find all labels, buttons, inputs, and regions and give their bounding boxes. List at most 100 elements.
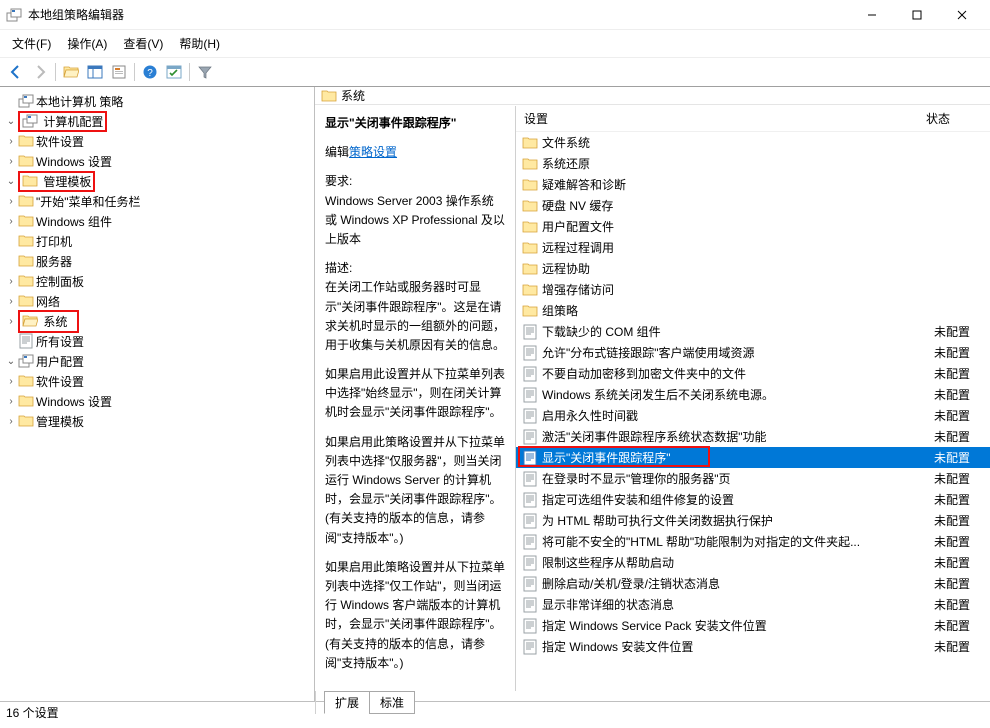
tree-admin-templates[interactable]: ⌄ 管理模板 xyxy=(0,171,314,191)
tree-item[interactable]: › 管理模板 xyxy=(0,411,314,431)
expander-icon[interactable]: › xyxy=(4,196,18,207)
properties-button[interactable] xyxy=(107,60,131,84)
folder-icon xyxy=(22,173,38,189)
folder-icon xyxy=(22,113,38,129)
settings-subfolder[interactable]: 远程过程调用 xyxy=(516,237,990,258)
settings-subfolder[interactable]: 文件系统 xyxy=(516,132,990,153)
settings-item[interactable]: Windows 系统关闭发生后不关闭系统电源。未配置 xyxy=(516,384,990,405)
tab-standard[interactable]: 标准 xyxy=(369,691,415,714)
settings-item[interactable]: 在登录时不显示"管理你的服务器"页未配置 xyxy=(516,468,990,489)
settings-subfolder[interactable]: 用户配置文件 xyxy=(516,216,990,237)
expander-icon[interactable]: › xyxy=(4,216,18,227)
folder-icon xyxy=(522,261,538,277)
description-p2: 如果启用此设置并从下拉菜单列表中选择"始终显示"，则在闭关计算机时会显示"关闭事… xyxy=(325,365,505,423)
expander-icon[interactable]: ⌄ xyxy=(4,176,18,187)
settings-item[interactable]: 启用永久性时间戳未配置 xyxy=(516,405,990,426)
edit-policy-link[interactable]: 策略设置 xyxy=(349,145,397,159)
filter-button[interactable] xyxy=(193,60,217,84)
toolbar-separator xyxy=(189,63,190,81)
settings-subfolder[interactable]: 硬盘 NV 缓存 xyxy=(516,195,990,216)
expander-icon[interactable]: › xyxy=(4,136,18,147)
column-setting[interactable]: 设置 xyxy=(524,110,926,127)
settings-item[interactable]: 不要自动加密移到加密文件夹中的文件未配置 xyxy=(516,363,990,384)
tree-system[interactable]: › 系统 xyxy=(0,311,314,331)
tree-root[interactable]: ▾ 本地计算机 策略 xyxy=(0,91,314,111)
settings-list[interactable]: 设置 状态 文件系统系统还原疑难解答和诊断硬盘 NV 缓存用户配置文件远程过程调… xyxy=(516,106,990,691)
settings-item[interactable]: 指定 Windows 安装文件位置未配置 xyxy=(516,636,990,657)
tree-label: 软件设置 xyxy=(36,133,84,150)
settings-subfolder[interactable]: 远程协助 xyxy=(516,258,990,279)
tree-item[interactable]: ·服务器 xyxy=(0,251,314,271)
description-label: 描述: xyxy=(325,261,352,275)
tree-computer-config[interactable]: ⌄ 计算机配置 xyxy=(0,111,314,131)
tree-label: 管理模板 xyxy=(43,175,91,189)
navigation-tree[interactable]: ▾ 本地计算机 策略 ⌄ 计算机配置 › xyxy=(0,87,315,701)
minimize-button[interactable] xyxy=(849,0,894,30)
setting-name: 远程过程调用 xyxy=(542,239,934,256)
settings-item[interactable]: 指定可选组件安装和组件修复的设置未配置 xyxy=(516,489,990,510)
expander-icon[interactable]: › xyxy=(4,416,18,427)
tree-item[interactable]: › 软件设置 xyxy=(0,131,314,151)
settings-subfolder[interactable]: 系统还原 xyxy=(516,153,990,174)
menu-action[interactable]: 操作(A) xyxy=(61,32,113,55)
settings-item[interactable]: 将可能不安全的"HTML 帮助"功能限制为对指定的文件夹起...未配置 xyxy=(516,531,990,552)
nav-back-button[interactable] xyxy=(4,60,28,84)
settings-subfolder[interactable]: 增强存储访问 xyxy=(516,279,990,300)
expander-icon[interactable]: ⌄ xyxy=(4,356,18,367)
setting-status: 未配置 xyxy=(934,428,990,445)
expander-icon[interactable]: ⌄ xyxy=(4,116,18,127)
expander-icon[interactable]: › xyxy=(4,316,18,327)
folder-icon xyxy=(18,133,34,149)
expander-icon[interactable]: › xyxy=(4,296,18,307)
expander-icon[interactable]: › xyxy=(4,156,18,167)
tree-label: 控制面板 xyxy=(36,273,84,290)
expander-icon[interactable]: › xyxy=(4,276,18,287)
setting-status: 未配置 xyxy=(934,638,990,655)
options-button[interactable] xyxy=(162,60,186,84)
tree-item[interactable]: ·所有设置 xyxy=(0,331,314,351)
folder-icon xyxy=(522,198,538,214)
column-status[interactable]: 状态 xyxy=(926,110,982,127)
settings-subfolder[interactable]: 组策略 xyxy=(516,300,990,321)
nav-forward-button[interactable] xyxy=(28,60,52,84)
tree-label: 管理模板 xyxy=(36,413,84,430)
tab-extended[interactable]: 扩展 xyxy=(324,691,370,714)
setting-name: 激活"关闭事件跟踪程序系统状态数据"功能 xyxy=(542,428,934,445)
setting-icon xyxy=(522,555,538,571)
menu-help[interactable]: 帮助(H) xyxy=(173,32,226,55)
settings-subfolder[interactable]: 疑难解答和诊断 xyxy=(516,174,990,195)
tree-item[interactable]: ·打印机 xyxy=(0,231,314,251)
setting-name: 将可能不安全的"HTML 帮助"功能限制为对指定的文件夹起... xyxy=(542,533,934,550)
close-button[interactable] xyxy=(939,0,984,30)
tree-item[interactable]: ›Windows 设置 xyxy=(0,391,314,411)
toggle-panes-button[interactable] xyxy=(83,60,107,84)
maximize-button[interactable] xyxy=(894,0,939,30)
settings-item[interactable]: 显示非常详细的状态消息未配置 xyxy=(516,594,990,615)
settings-item[interactable]: 下载缺少的 COM 组件未配置 xyxy=(516,321,990,342)
expander-icon[interactable]: › xyxy=(4,396,18,407)
tree-item[interactable]: ›Windows 组件 xyxy=(0,211,314,231)
tree-user-config[interactable]: ⌄ 用户配置 xyxy=(0,351,314,371)
settings-item[interactable]: 为 HTML 帮助可执行文件关闭数据执行保护未配置 xyxy=(516,510,990,531)
settings-item[interactable]: 允许"分布式链接跟踪"客户端使用域资源未配置 xyxy=(516,342,990,363)
setting-status: 未配置 xyxy=(934,491,990,508)
description-p1: 在关闭工作站或服务器时可显示"关闭事件跟踪程序"。这是在请求关机时显示的一组额外… xyxy=(325,280,505,352)
settings-item[interactable]: 删除启动/关机/登录/注销状态消息未配置 xyxy=(516,573,990,594)
settings-item[interactable]: 限制这些程序从帮助启动未配置 xyxy=(516,552,990,573)
settings-item[interactable]: 激活"关闭事件跟踪程序系统状态数据"功能未配置 xyxy=(516,426,990,447)
settings-item[interactable]: 指定 Windows Service Pack 安装文件位置未配置 xyxy=(516,615,990,636)
menu-file[interactable]: 文件(F) xyxy=(6,32,57,55)
tree-item[interactable]: ›"开始"菜单和任务栏 xyxy=(0,191,314,211)
settings-header[interactable]: 设置 状态 xyxy=(516,106,990,132)
tree-item[interactable]: ›Windows 设置 xyxy=(0,151,314,171)
setting-name: 指定可选组件安装和组件修复的设置 xyxy=(542,491,934,508)
menu-view[interactable]: 查看(V) xyxy=(117,32,169,55)
tree-item[interactable]: ›软件设置 xyxy=(0,371,314,391)
up-level-button[interactable] xyxy=(59,60,83,84)
help-button[interactable] xyxy=(138,60,162,84)
content-pane: 系统 显示"关闭事件跟踪程序" 编辑策略设置 要求: Windows Serve… xyxy=(315,87,990,701)
expander-icon[interactable]: › xyxy=(4,376,18,387)
tree-item[interactable]: › 控制面板 xyxy=(0,271,314,291)
settings-item[interactable]: 显示"关闭事件跟踪程序"未配置 xyxy=(516,447,990,468)
tree-item[interactable]: ›网络 xyxy=(0,291,314,311)
